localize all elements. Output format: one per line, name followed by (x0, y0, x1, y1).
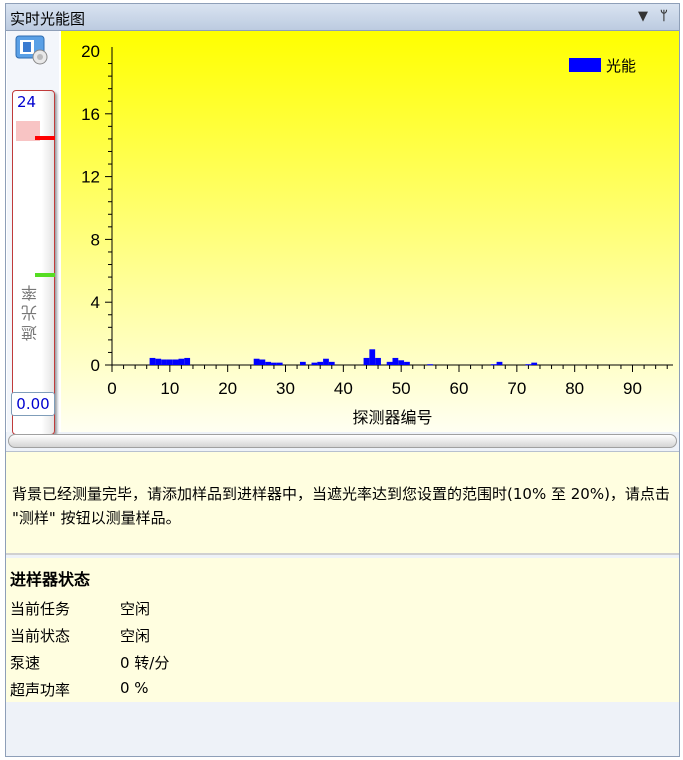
message-box: 背景已经测量完毕，请添加样品到进样器中，当遮光率达到您设置的范围时(10% 至 … (6, 451, 679, 555)
horizontal-scrollbar[interactable] (8, 434, 677, 448)
upper-limit-handle[interactable] (35, 136, 55, 140)
energy-bar (184, 357, 191, 365)
energy-bar (328, 361, 335, 365)
status-label-task: 当前任务 (10, 600, 71, 618)
energy-bar (311, 362, 318, 365)
energy-bar (369, 349, 376, 365)
energy-bar (323, 358, 329, 365)
energy-bar (404, 361, 410, 365)
x-tick-label: 10 (160, 379, 179, 398)
slider-label: 遮光率 (21, 281, 40, 341)
measure-tool-icon[interactable] (15, 35, 49, 65)
energy-bar (259, 359, 266, 365)
x-tick-label: 40 (334, 379, 353, 398)
x-tick-label: 90 (623, 379, 642, 398)
energy-bar (392, 357, 399, 365)
status-label-state: 当前状态 (10, 627, 71, 645)
energy-bar (525, 364, 532, 366)
energy-bar (149, 357, 156, 365)
energy-bar (386, 361, 393, 365)
energy-bar (398, 360, 405, 365)
status-value-pump: 0 转/分 (120, 654, 170, 672)
realtime-energy-panel: 实时光能图 ▼ ᛘ 24 遮光率 0.00 0 4 8 12 16 20 0 1… (5, 3, 680, 757)
energy-bar (271, 362, 277, 365)
y-tick-label: 8 (91, 230, 100, 249)
lower-limit-handle[interactable] (35, 273, 55, 277)
energy-bar (155, 358, 162, 365)
status-value-task: 空闲 (120, 600, 151, 618)
x-tick-label: 50 (392, 379, 411, 398)
energy-chart-svg: 0 4 8 12 16 20 0 10 20 30 40 50 60 70 80 90 探测器编号 光能 (61, 31, 679, 432)
panel-titlebar: 实时光能图 ▼ ᛘ (6, 4, 679, 31)
slider-max-label: 24 (17, 93, 37, 111)
obscuration-value-field[interactable]: 0.00 (11, 392, 55, 416)
energy-chart: 0 4 8 12 16 20 0 10 20 30 40 50 60 70 80 90 探测器编号 光能 (61, 31, 679, 432)
energy-bar (427, 364, 433, 366)
energy-bar (253, 358, 260, 365)
dropdown-icon[interactable]: ▼ (638, 9, 648, 24)
sampler-status-box: 进样器状态 当前任务 空闲 当前状态 空闲 泵速 0 转/分 超声功率 0 % (6, 558, 679, 702)
legend-swatch (569, 58, 601, 72)
energy-bar (531, 362, 538, 365)
x-tick-label: 70 (507, 379, 526, 398)
instruction-message: 背景已经测量完毕，请添加样品到进样器中，当遮光率达到您设置的范围时(10% 至 … (12, 485, 670, 527)
energy-bar (172, 359, 179, 365)
status-label-ultrasound: 超声功率 (10, 681, 71, 699)
y-tick-label: 4 (91, 293, 100, 312)
energy-bar (363, 357, 370, 365)
y-tick-label: 20 (81, 42, 100, 61)
energy-bar (317, 361, 324, 365)
energy-bar (276, 362, 283, 365)
energy-bar (161, 359, 167, 365)
energy-bar (166, 359, 173, 365)
pin-icon[interactable]: ᛘ (660, 9, 668, 24)
x-tick-label: 80 (565, 379, 584, 398)
energy-bar (375, 357, 381, 365)
x-axis-title: 探测器编号 (352, 408, 432, 427)
energy-bar (178, 358, 185, 365)
panel-title: 实时光能图 (10, 10, 86, 28)
energy-bar (496, 361, 503, 365)
legend-label: 光能 (606, 57, 636, 75)
status-value-state: 空闲 (120, 627, 151, 645)
y-tick-label: 0 (91, 356, 100, 375)
x-tick-label: 20 (218, 379, 237, 398)
status-value-ultrasound: 0 % (120, 679, 149, 697)
x-tick-label: 30 (276, 379, 295, 398)
y-tick-label: 12 (81, 168, 100, 187)
sampler-status-title: 进样器状态 (10, 570, 91, 589)
y-tick-label: 16 (81, 105, 100, 124)
x-tick-label: 0 (107, 379, 116, 398)
obscuration-column: 24 遮光率 0.00 (7, 31, 59, 435)
energy-bar (299, 361, 306, 365)
energy-bar (265, 361, 272, 365)
obscuration-slider[interactable]: 24 遮光率 0.00 (11, 90, 55, 435)
x-tick-label: 60 (450, 379, 469, 398)
chart-background (61, 31, 679, 432)
status-label-pump: 泵速 (10, 654, 41, 672)
energy-bar (490, 364, 497, 366)
